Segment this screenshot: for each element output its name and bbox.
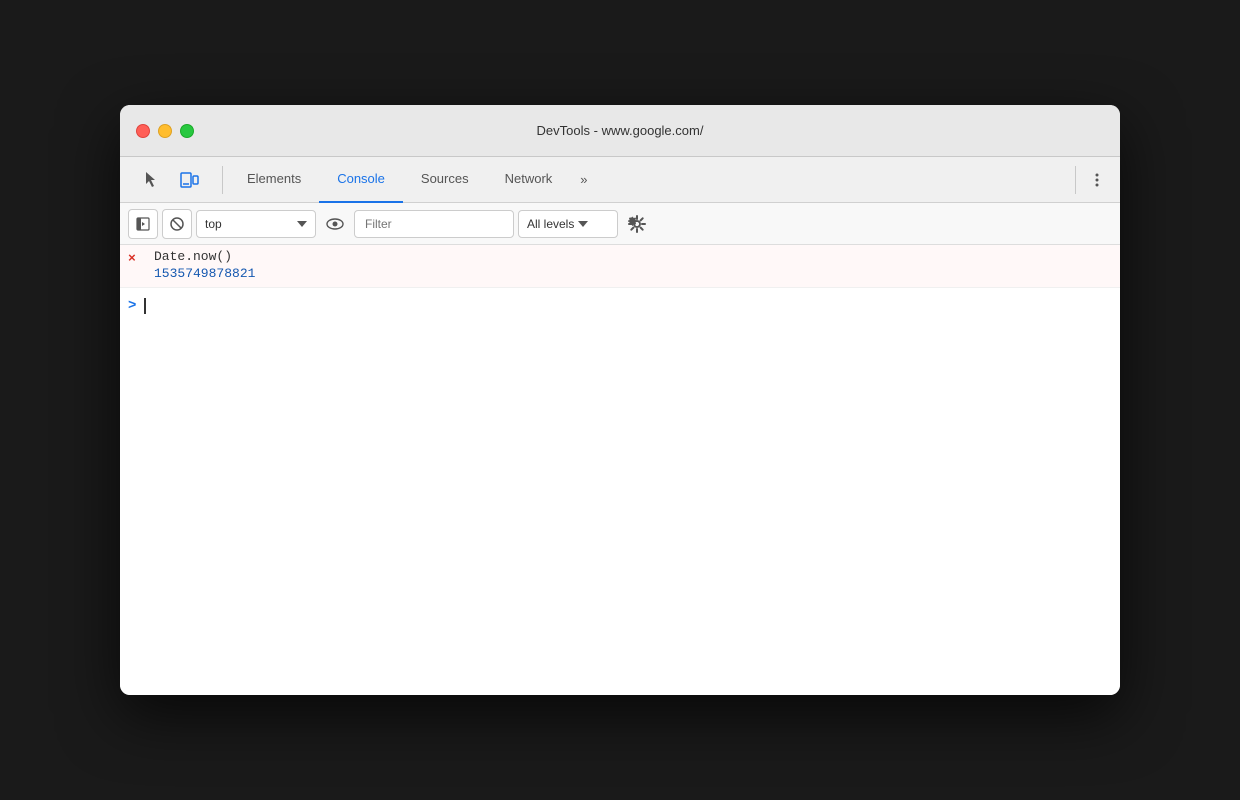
clear-console-button[interactable] (162, 209, 192, 239)
sidebar-icon (136, 217, 150, 231)
more-options-button[interactable] (1082, 165, 1112, 195)
error-icon: × (128, 251, 144, 266)
tabs-bar: Elements Console Sources Network » (120, 157, 1120, 203)
context-selector[interactable]: top (196, 210, 316, 238)
gear-icon (628, 215, 646, 233)
console-entry: × Date.now() 1535749878821 (120, 245, 1120, 288)
levels-label: All levels (527, 217, 574, 231)
traffic-lights (136, 124, 194, 138)
console-input-area[interactable] (144, 298, 1112, 314)
console-command-text: Date.now() (154, 249, 1112, 264)
console-prompt-symbol: > (128, 298, 136, 314)
kebab-menu-icon (1089, 172, 1105, 188)
context-value: top (205, 217, 291, 231)
block-icon (169, 216, 185, 232)
console-output: × Date.now() 1535749878821 > (120, 245, 1120, 695)
context-chevron-icon (297, 221, 307, 227)
tab-network[interactable]: Network (487, 157, 571, 203)
close-button[interactable] (136, 124, 150, 138)
inspect-icon-button[interactable] (136, 165, 166, 195)
console-input-row[interactable]: > (120, 288, 1120, 324)
console-entry-content: Date.now() 1535749878821 (154, 249, 1112, 283)
device-mode-button[interactable] (174, 165, 204, 195)
console-toolbar: top All levels (120, 203, 1120, 245)
device-icon (179, 170, 199, 190)
console-result-value: 1535749878821 (154, 264, 1112, 283)
maximize-button[interactable] (180, 124, 194, 138)
tab-elements[interactable]: Elements (229, 157, 319, 203)
eye-button[interactable] (320, 209, 350, 239)
tab-separator (222, 166, 223, 194)
minimize-button[interactable] (158, 124, 172, 138)
title-bar: DevTools - www.google.com/ (120, 105, 1120, 157)
tab-more-button[interactable]: » (570, 157, 597, 203)
show-drawer-button[interactable] (128, 209, 158, 239)
settings-button[interactable] (622, 209, 652, 239)
devtools-window: DevTools - www.google.com/ Ele (120, 105, 1120, 695)
tab-sources[interactable]: Sources (403, 157, 487, 203)
tab-console[interactable]: Console (319, 157, 403, 203)
console-cursor (144, 298, 146, 314)
log-levels-selector[interactable]: All levels (518, 210, 618, 238)
cursor-icon (141, 170, 161, 190)
window-title: DevTools - www.google.com/ (537, 123, 704, 138)
filter-input[interactable] (354, 210, 514, 238)
tab-end-separator (1075, 166, 1076, 194)
eye-icon (326, 217, 344, 231)
tab-left-icons (128, 165, 212, 195)
levels-chevron-icon (578, 221, 588, 227)
